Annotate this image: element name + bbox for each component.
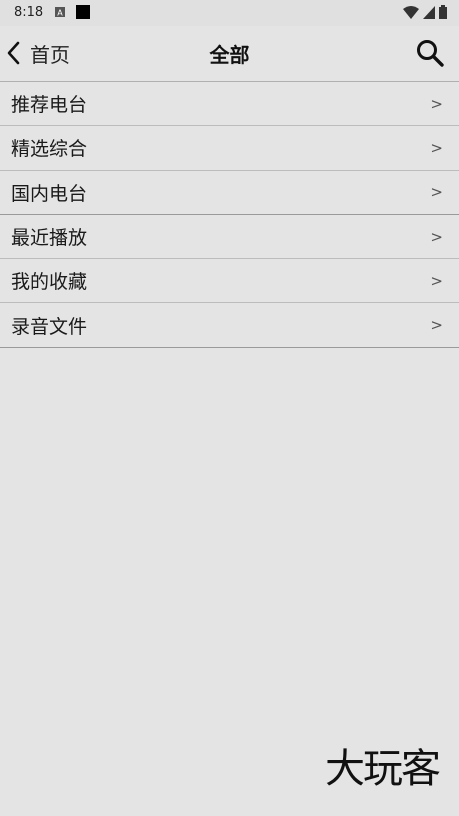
menu-item-label: 国内电台 — [11, 182, 88, 205]
status-icons — [403, 5, 447, 19]
back-button[interactable]: 首页 — [6, 34, 70, 72]
header: 首页 全部 — [0, 26, 459, 82]
chevron-right-icon: > — [430, 316, 443, 335]
chevron-left-icon — [7, 41, 20, 65]
square-icon — [76, 5, 90, 19]
chevron-right-icon: > — [430, 138, 443, 157]
signal-icon — [423, 5, 435, 19]
menu-list: 推荐电台 > 精选综合 > 国内电台 > 最近播放 > 我的收藏 > 录音文件 … — [0, 82, 459, 348]
watermark-logo: 大玩客 — [325, 746, 441, 792]
chevron-right-icon: > — [430, 271, 443, 290]
battery-icon — [439, 5, 447, 19]
svg-text:A: A — [57, 9, 63, 18]
notification-a-icon: A — [55, 7, 65, 17]
menu-item-domestic[interactable]: 国内电台 > — [0, 171, 459, 215]
back-label: 首页 — [30, 42, 70, 67]
menu-item-recent[interactable]: 最近播放 > — [0, 215, 459, 260]
menu-item-label: 最近播放 — [11, 227, 88, 250]
wifi-icon — [403, 5, 419, 19]
menu-item-recordings[interactable]: 录音文件 > — [0, 303, 459, 348]
menu-item-label: 录音文件 — [11, 315, 88, 338]
chevron-right-icon: > — [430, 227, 443, 246]
menu-item-label: 推荐电台 — [11, 94, 88, 117]
chevron-right-icon: > — [430, 183, 443, 202]
search-icon[interactable] — [415, 38, 445, 68]
menu-item-label: 我的收藏 — [11, 271, 88, 294]
status-time: 8:18 — [14, 5, 44, 20]
menu-item-label: 精选综合 — [11, 138, 88, 161]
menu-item-favorites[interactable]: 我的收藏 > — [0, 259, 459, 304]
menu-item-recommended[interactable]: 推荐电台 > — [0, 82, 459, 127]
status-bar: 8:18 A — [0, 0, 459, 26]
menu-item-featured[interactable]: 精选综合 > — [0, 126, 459, 171]
chevron-right-icon: > — [430, 94, 443, 113]
